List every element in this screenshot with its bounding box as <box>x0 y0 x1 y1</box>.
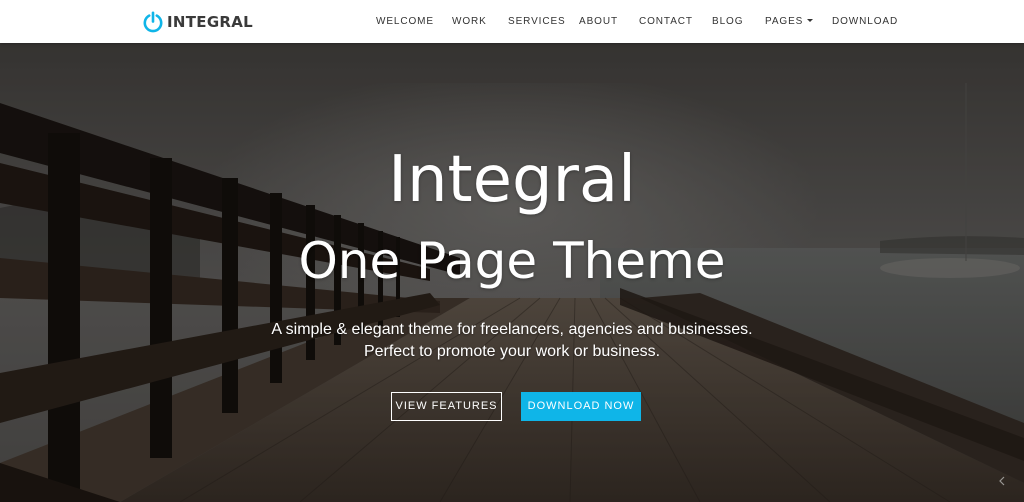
hero-section: Integral One Page Theme A simple & elega… <box>0 43 1024 502</box>
chevron-left-icon[interactable] <box>996 475 1008 487</box>
hero-tagline-line2: Perfect to promote your work or business… <box>363 343 661 360</box>
hero-subtitle-heading: One Page Theme <box>298 232 726 290</box>
nav-item-pages-label: PAGES <box>765 16 804 27</box>
nav-item-blog[interactable]: BLOG <box>712 0 743 43</box>
hero-tagline-line1: A simple & elegant theme for freelancers… <box>271 321 753 338</box>
nav-item-work[interactable]: WORK <box>452 0 487 43</box>
nav-item-pages[interactable]: PAGES <box>765 0 814 43</box>
caret-down-icon <box>807 19 814 22</box>
main-menu: WELCOME WORK SERVICES ABOUT CONTACT BLOG… <box>0 0 1024 43</box>
hero-title: Integral <box>388 143 636 217</box>
nav-item-about[interactable]: ABOUT <box>579 0 618 43</box>
top-navbar: INTEGRAL WELCOME WORK SERVICES ABOUT CON… <box>0 0 1024 43</box>
nav-item-download[interactable]: DOWNLOAD <box>832 0 898 43</box>
nav-item-services[interactable]: SERVICES <box>508 0 566 43</box>
view-features-button[interactable]: VIEW FEATURES <box>391 392 502 421</box>
download-now-button[interactable]: DOWNLOAD NOW <box>521 392 641 421</box>
nav-item-welcome[interactable]: WELCOME <box>376 0 434 43</box>
nav-item-contact[interactable]: CONTACT <box>639 0 693 43</box>
